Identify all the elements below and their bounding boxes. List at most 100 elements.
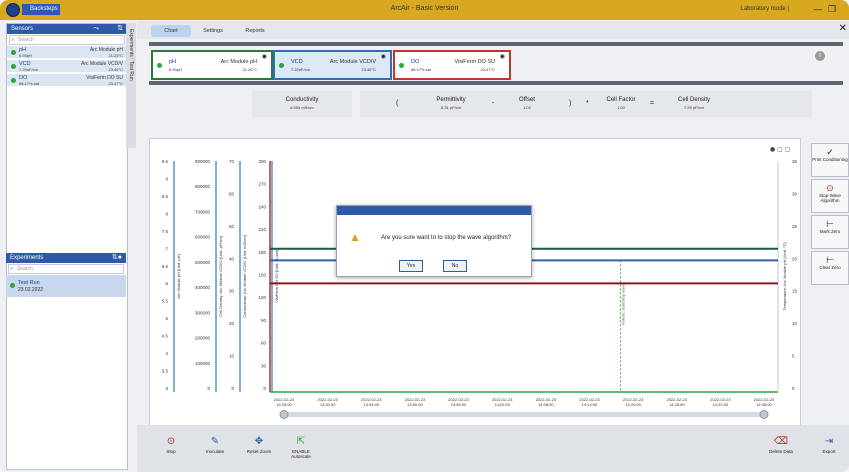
axis-tick-label: 100000 bbox=[195, 361, 211, 366]
visibility-icon[interactable]: ◉ bbox=[381, 53, 386, 60]
axis-tick-label: 0 bbox=[792, 386, 795, 391]
no-button[interactable]: No bbox=[443, 260, 467, 272]
sensor-card-vcd[interactable]: VCD 7.22nF/cm Arc Module VCD/V 23.46°C ◉ bbox=[273, 50, 392, 80]
card-name: VCD bbox=[291, 59, 303, 65]
export-button[interactable]: ⇥ Export bbox=[815, 432, 843, 466]
x-tick-label: 14:38:00 bbox=[756, 402, 772, 407]
experiment-run-item[interactable]: Test Run 23.02.2022 bbox=[6, 275, 126, 297]
clear-zero-button[interactable]: ⊢ Clear Zero bbox=[811, 251, 849, 285]
axis-tick-label: 300000 bbox=[195, 310, 211, 315]
formula-value: 1.00 bbox=[617, 105, 625, 110]
axis-tick-label: 120 bbox=[258, 295, 266, 300]
info-icon[interactable]: i bbox=[815, 51, 825, 61]
formula-op: - bbox=[492, 100, 495, 107]
experiments-panel: Experiments ⇅● ⌕ Search Test Run 23.02.2… bbox=[6, 253, 126, 297]
card-temp: 23.47°C bbox=[480, 67, 496, 72]
card-name: pH bbox=[169, 59, 177, 65]
chart-area[interactable]: 9.5 9 8.5 8 7.5 7 6.5 6 5.5 5 4.5 4 3.5 3 Arc Module p… bbox=[149, 138, 801, 438]
button-label: Inoculate bbox=[205, 449, 225, 454]
button-label: Print Conditioning bbox=[812, 157, 848, 162]
card-module: VisiFerm DO SU bbox=[454, 59, 495, 65]
x-tick-label: 13:56:00 bbox=[451, 402, 467, 407]
axis-tick-label: 4 bbox=[165, 351, 168, 356]
formula-op: * bbox=[586, 100, 589, 107]
axis-label: Arc Module pH [Unit: pH] bbox=[176, 254, 181, 298]
mark-zero-icon: ⊢ bbox=[826, 219, 834, 229]
axis-tick-label: 3 bbox=[165, 386, 168, 391]
axis-tick-label: 210 bbox=[258, 227, 266, 232]
status-dot bbox=[399, 63, 404, 68]
yes-button[interactable]: Yes bbox=[399, 260, 423, 272]
button-label: Export bbox=[822, 449, 836, 454]
status-dot bbox=[11, 64, 16, 69]
stop-button[interactable]: ⊙ Stop bbox=[157, 432, 185, 466]
card-value: 6.93pH bbox=[169, 67, 182, 72]
sensor-value: 6.93pH bbox=[19, 53, 32, 58]
print-conditioning-button[interactable]: ✓ Print Conditioning bbox=[811, 143, 849, 177]
x-tick-label: 13:30:00 bbox=[320, 402, 336, 407]
experiments-search-placeholder: Search bbox=[17, 266, 33, 272]
card-module: Arc Module VCD/V bbox=[329, 59, 376, 65]
tab-bar: Chart Settings Reports ✕ bbox=[137, 21, 849, 39]
button-label: Stop bbox=[166, 449, 176, 454]
sensors-search-input[interactable]: ⌕ Search bbox=[9, 35, 125, 45]
stop-wave-algorithm-button[interactable]: ⊙ Stop Wave Algorithm bbox=[811, 179, 849, 213]
chart-options-icon: ● ▢ ▢ bbox=[770, 146, 790, 153]
formula-value: 1.02 bbox=[523, 105, 531, 110]
autoscale-button[interactable]: ⇱ ENABLE Autoscale bbox=[287, 432, 315, 466]
axis-tick-label: 150 bbox=[258, 273, 266, 278]
sensor-card-ph[interactable]: pH 6.93pH Arc Module pH 21.26°C ◉ bbox=[151, 50, 273, 80]
axis-tick-label: 30 bbox=[261, 363, 267, 368]
sensor-item-ph[interactable]: pH 6.93pH Arc Module pH 21.25°C bbox=[7, 46, 127, 59]
reset-zoom-button[interactable]: ✥ Reset Zoom bbox=[245, 432, 273, 466]
add-experiment-icon[interactable]: ⇅● bbox=[112, 254, 122, 262]
axis-tick-label: 8.5 bbox=[162, 194, 169, 199]
minimize-icon[interactable]: — bbox=[813, 4, 823, 14]
sensor-card-do[interactable]: DO 88.17% sat VisiFerm DO SU 23.47°C ◉ bbox=[393, 50, 511, 80]
x-tick-label: 14:32:00 bbox=[713, 402, 729, 407]
experiments-title: Experiments bbox=[10, 255, 44, 261]
axis-tick-label: 300 bbox=[258, 159, 266, 164]
maximize-icon[interactable]: ❐ bbox=[827, 4, 837, 14]
experiments-search-input[interactable]: ⌕ Search bbox=[8, 264, 124, 274]
run-date: 23.02.2022 bbox=[18, 287, 44, 293]
chart-svg: 9.5 9 8.5 8 7.5 7 6.5 6 5.5 5 4.5 4 3.5 3 Arc Module p… bbox=[162, 146, 798, 419]
axis-tick-label: 15 bbox=[792, 289, 798, 294]
axis-tick-label: 240 bbox=[258, 204, 266, 209]
axis-tick-label: 5 bbox=[165, 316, 168, 321]
confirm-dialog: ▲ Are you sure want to to stop the wave … bbox=[336, 205, 532, 277]
mark-zero-button[interactable]: ⊢ Mark Zero bbox=[811, 215, 849, 249]
sensor-item-vcd[interactable]: VCD 7.29nF/cm Arc Module VCD/V 23.49°C bbox=[7, 60, 127, 73]
delete-data-button[interactable]: ⌫ Delete Data bbox=[767, 432, 795, 466]
experiments-side-tab[interactable]: Experiments : Test Run bbox=[126, 23, 136, 148]
search-icon: ⌕ bbox=[11, 37, 15, 43]
export-icon: ⇥ bbox=[824, 436, 834, 447]
axis-label: Cell Density: Arc Module VCD/V [Unit: pF… bbox=[218, 236, 223, 317]
axis-tick-label: 3.5 bbox=[162, 369, 169, 374]
axis-tick-label: 10 bbox=[792, 321, 798, 326]
status-dot bbox=[11, 50, 16, 55]
sensors-title: Sensors bbox=[11, 26, 34, 32]
formula-op: = bbox=[650, 100, 655, 107]
inoculate-button[interactable]: ✎ Inoculate bbox=[201, 432, 229, 466]
link-icon[interactable]: ⤳ bbox=[93, 25, 99, 33]
visibility-icon[interactable]: ◉ bbox=[500, 53, 505, 60]
visibility-icon[interactable]: ◉ bbox=[262, 53, 267, 60]
sensor-item-do[interactable]: DO 88.17%-sat VisiFerm DO SU 23.47°C bbox=[7, 74, 127, 87]
axis-tick-label: 35 bbox=[792, 159, 798, 164]
tab-settings[interactable]: Settings bbox=[195, 25, 231, 37]
x-tick-label: 13:25:00 bbox=[276, 402, 292, 407]
axis-tick-label: 5 bbox=[792, 354, 795, 359]
close-icon[interactable]: ✕ bbox=[839, 23, 847, 34]
vcd-formula: Conductivity 6.554 mS/cm ( Permittivity … bbox=[252, 91, 812, 117]
stop-icon: ⊙ bbox=[826, 183, 834, 193]
axis-tick-label: 7.5 bbox=[162, 229, 169, 234]
axis-tick-label: 20 bbox=[229, 321, 235, 326]
zoom-reset-icon: ✥ bbox=[254, 436, 264, 447]
tab-reports[interactable]: Reports bbox=[237, 25, 273, 37]
card-temp: 23.46°C bbox=[361, 67, 377, 72]
delete-icon: ⌫ bbox=[773, 436, 789, 447]
tab-chart[interactable]: Chart bbox=[151, 25, 191, 37]
filter-icon[interactable]: ⇅ bbox=[117, 25, 123, 33]
formula-label: Permittivity bbox=[436, 97, 466, 103]
